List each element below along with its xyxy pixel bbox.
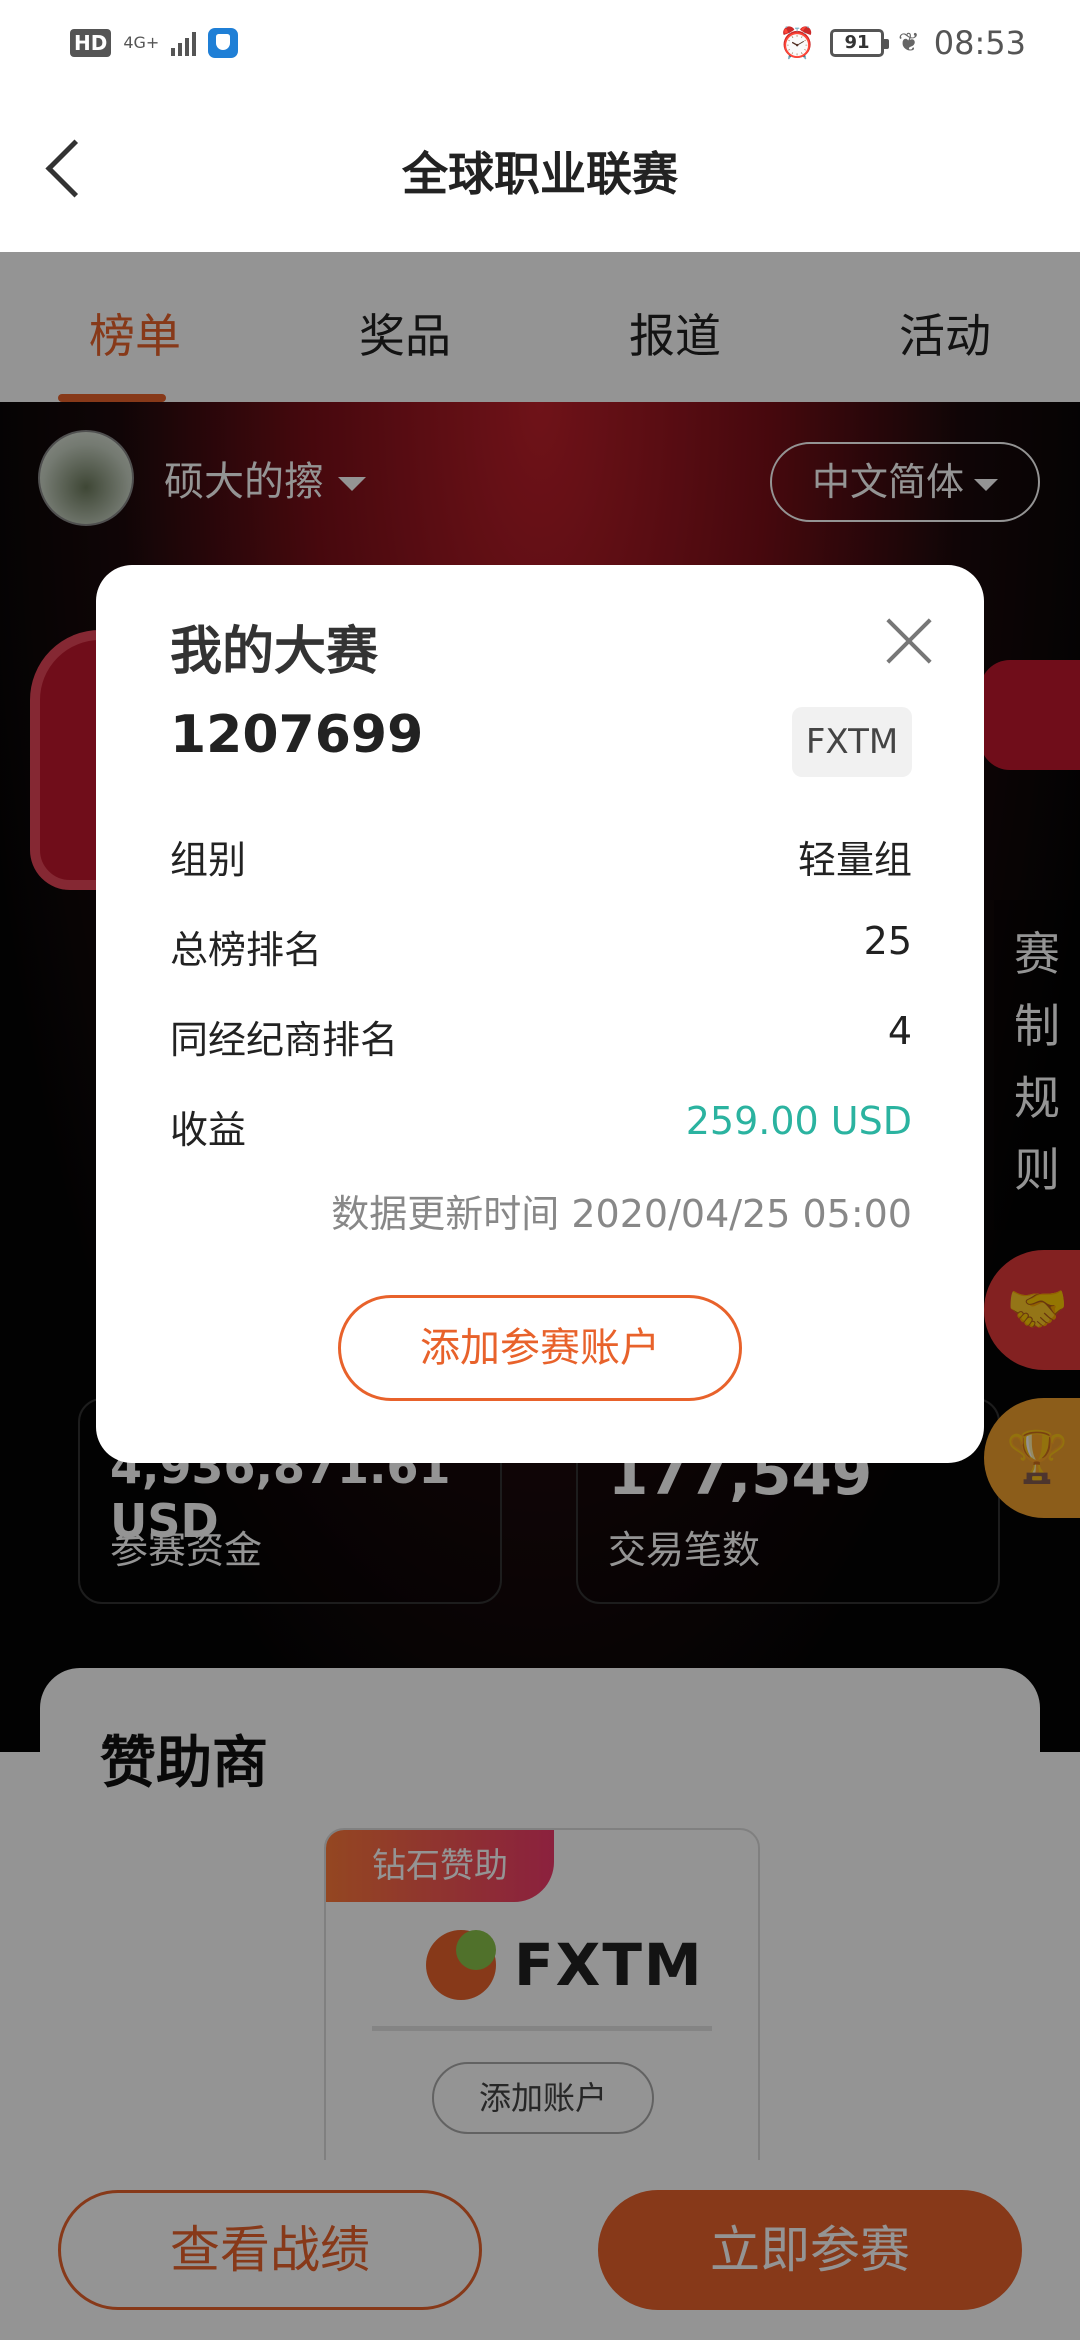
profit-value: 259.00 USD [685,1099,912,1143]
info-label: 组别 [170,838,247,882]
info-row-profit: 收益 259.00 USD [170,1099,912,1159]
shield-app-icon [208,28,239,58]
status-right: ⏰ 91 ❦ 08:53 [779,24,1026,62]
update-time: 数据更新时间 2020/04/25 05:00 [331,1192,912,1236]
signal-icon [171,30,197,56]
screen: HD 4G+ ⏰ 91 ❦ 08:53 全球职业联赛 榜单 奖品 报道 活动 硕… [0,0,1080,2340]
modal-title: 我的大赛 [170,622,379,682]
info-value: 轻量组 [797,838,912,882]
info-value: 25 [863,919,912,963]
info-row-overall-rank: 总榜排名 25 [170,919,912,979]
status-left: HD 4G+ [70,28,239,58]
status-bar: HD 4G+ ⏰ 91 ❦ 08:53 [0,0,1080,90]
info-row-broker-rank: 同经纪商排名 4 [170,1009,912,1069]
account-id: 1207699 [170,705,424,765]
my-contest-modal: 我的大赛 1207699 FXTM 组别 轻量组 总榜排名 25 同经纪商排名 … [96,565,984,1463]
network-type: 4G+ [123,33,160,52]
leaf-icon: ❦ [897,28,920,58]
info-value: 4 [887,1009,912,1053]
title-bar: 全球职业联赛 [0,90,1080,252]
page-title: 全球职业联赛 [402,147,678,201]
broker-tag: FXTM [792,707,912,777]
info-label: 总榜排名 [170,928,323,972]
add-contest-account-button[interactable]: 添加参赛账户 [338,1295,742,1401]
battery-icon: 91 [829,29,889,57]
alarm-icon: ⏰ [778,25,816,61]
info-label: 同经纪商排名 [170,1018,399,1062]
hd-icon: HD [70,29,112,57]
close-icon[interactable] [884,615,934,665]
info-row-group: 组别 轻量组 [170,829,912,889]
info-label: 收益 [170,1108,247,1152]
clock: 08:53 [933,24,1026,62]
